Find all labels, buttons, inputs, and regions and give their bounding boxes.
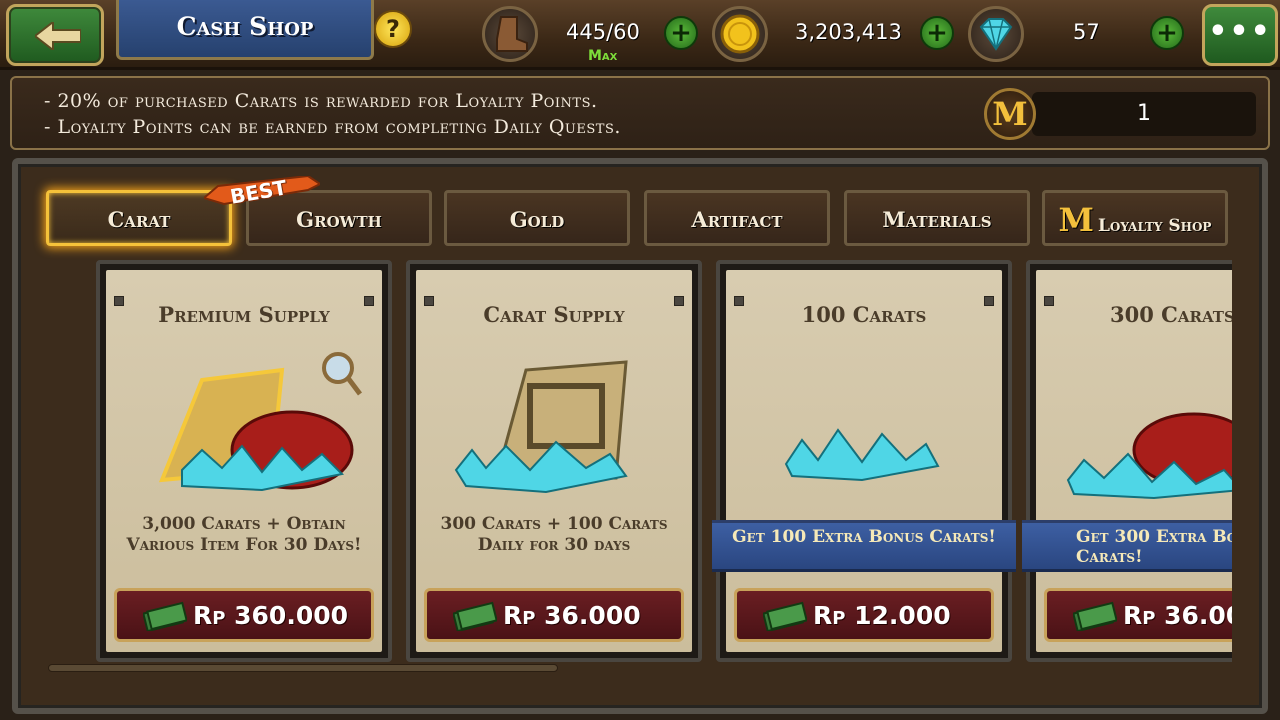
product-card-body: Premium Supply 3,000 Carats + Obtain Var… <box>106 270 382 652</box>
product-card[interactable]: Premium Supply 3,000 Carats + Obtain Var… <box>96 260 392 662</box>
page-title-banner: Cash Shop <box>116 0 374 60</box>
tab-label: Gold <box>509 207 565 232</box>
info-line-1: - 20% of purchased Carats is rewarded fo… <box>44 90 598 112</box>
buy-button[interactable]: Rp 36.000 <box>1044 588 1232 642</box>
buy-button[interactable]: Rp 36.000 <box>424 588 684 642</box>
tab-label: Growth <box>296 207 382 232</box>
buy-button[interactable]: Rp 12.000 <box>734 588 994 642</box>
product-list: Premium Supply 3,000 Carats + Obtain Var… <box>36 256 1232 676</box>
bonus-banner: Get 100 Extra Bonus Carats! <box>712 520 1016 572</box>
product-title: 100 Carats <box>801 302 927 327</box>
best-ribbon: BEST <box>204 175 320 210</box>
chest-of-diamonds-icon <box>158 352 362 492</box>
product-card[interactable]: 100 Carats Get 100 Extra Bonus Carats! R… <box>712 260 1016 662</box>
bonus-banner: Get 300 Extra Bonus Carats! <box>1022 520 1232 572</box>
diamond-pile-icon <box>784 428 940 482</box>
price-label: Rp 36.000 <box>503 601 641 630</box>
tab-label: Carat <box>107 207 171 232</box>
more-menu-button[interactable]: ••• <box>1202 4 1278 66</box>
page-title: Cash Shop <box>176 12 314 41</box>
product-description: 3,000 Carats + Obtain Various Item For 3… <box>126 514 362 555</box>
chest-of-diamonds-icon <box>1066 412 1232 500</box>
cash-stack-icon <box>143 601 187 631</box>
tab-label: Materials <box>882 207 992 232</box>
product-card[interactable]: Carat Supply 300 Carats + 100 Carats Dai… <box>406 260 702 662</box>
cash-stack-icon <box>453 601 497 631</box>
more-dots-icon: ••• <box>1208 14 1272 49</box>
loyalty-m-icon: M <box>1058 201 1094 239</box>
product-title: Carat Supply <box>483 302 625 327</box>
add-stamina-button[interactable]: + <box>664 16 698 50</box>
horizontal-scrollbar[interactable] <box>48 664 558 672</box>
back-button[interactable] <box>6 4 104 66</box>
top-bar: Cash Shop ? 445/60 Max + 3,203,413 + 57 … <box>0 0 1280 70</box>
product-title: Premium Supply <box>158 302 330 327</box>
buy-button[interactable]: Rp 360.000 <box>114 588 374 642</box>
product-card-body: Carat Supply 300 Carats + 100 Carats Dai… <box>416 270 692 652</box>
tab-materials[interactable]: Materials <box>844 190 1030 246</box>
product-card-body: 100 Carats Get 100 Extra Bonus Carats! R… <box>712 270 1016 652</box>
price-label: Rp 360.000 <box>193 601 349 630</box>
help-button[interactable]: ? <box>374 10 412 48</box>
tab-label: Loyalty Shop <box>1097 216 1212 236</box>
cash-stack-icon <box>763 601 807 631</box>
add-gold-button[interactable]: + <box>920 16 954 50</box>
tab-loyalty-shop[interactable]: M Loyalty Shop <box>1042 190 1228 246</box>
price-label: Rp 36.000 <box>1123 601 1232 630</box>
product-title: 300 Carats <box>1110 302 1232 327</box>
product-description: 300 Carats + 100 Carats Daily for 30 day… <box>440 514 668 555</box>
gold-coin-icon <box>712 6 768 62</box>
loyalty-points-value: 1 <box>1032 92 1256 136</box>
add-gem-button[interactable]: + <box>1150 16 1184 50</box>
product-card-body: 300 Carats Get 300 Extra Bonus Carats! R… <box>1022 270 1232 652</box>
tab-gold[interactable]: Gold <box>444 190 630 246</box>
arrow-left-icon <box>35 22 81 50</box>
stamina-max-label: Max <box>588 48 618 64</box>
tab-artifact[interactable]: Artifact <box>644 190 830 246</box>
price-label: Rp 12.000 <box>813 601 951 630</box>
tab-label: Artifact <box>691 207 783 232</box>
info-line-2: - Loyalty Points can be earned from comp… <box>44 116 621 138</box>
gem-value: 57 <box>1073 20 1100 44</box>
info-panel: - 20% of purchased Carats is rewarded fo… <box>10 76 1270 150</box>
boot-icon <box>482 6 538 62</box>
stamina-value: 445/60 <box>566 20 640 44</box>
cash-stack-icon <box>1073 601 1117 631</box>
product-card[interactable]: 300 Carats Get 300 Extra Bonus Carats! R… <box>1022 260 1232 662</box>
diamond-pile-on-scroll-icon <box>454 360 628 494</box>
diamond-icon <box>968 6 1024 62</box>
gold-value: 3,203,413 <box>795 20 902 44</box>
loyalty-m-icon: M <box>984 88 1036 140</box>
